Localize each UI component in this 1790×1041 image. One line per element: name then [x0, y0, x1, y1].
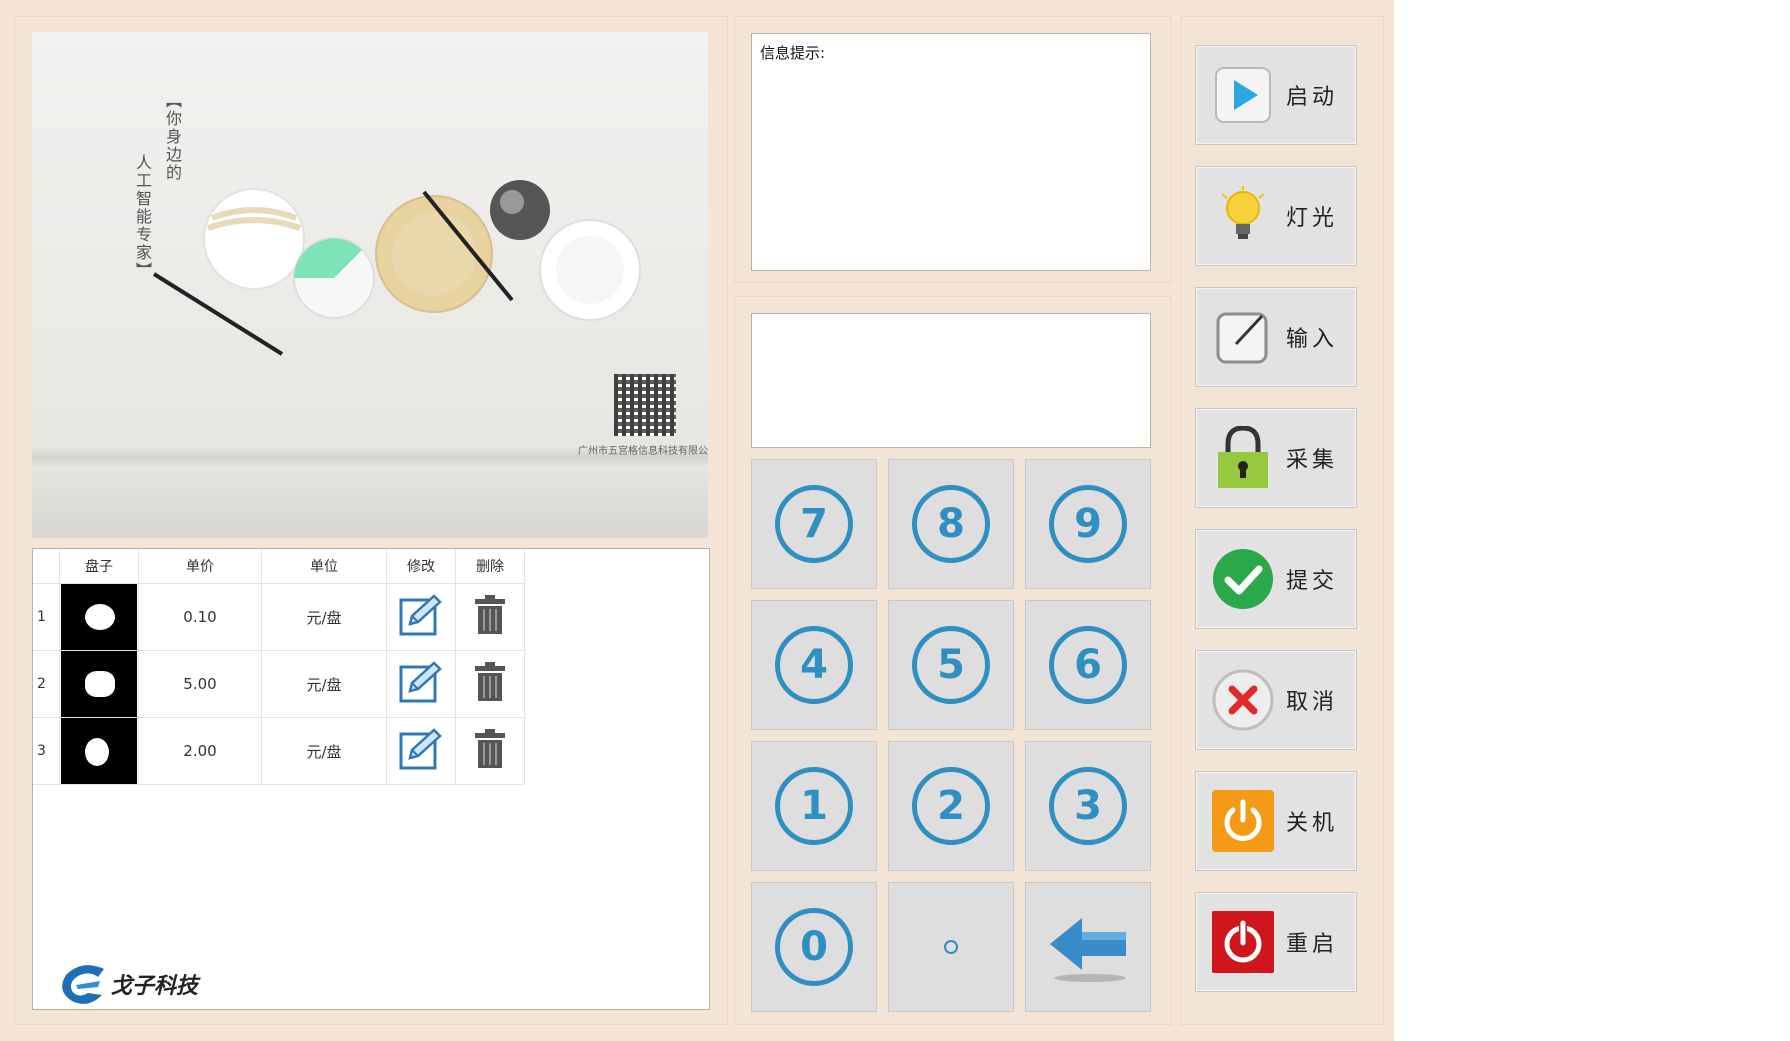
keypad-panel: 7 8 9 4 5 6 1 2 3 0	[734, 296, 1172, 1025]
shutdown-button[interactable]: 关机	[1195, 771, 1357, 871]
x-icon	[1212, 669, 1274, 731]
digit-5-label: 5	[912, 626, 990, 704]
plate-thumbnail	[59, 650, 139, 718]
light-label: 灯光	[1286, 206, 1339, 231]
submit-button[interactable]: 提交	[1195, 529, 1357, 629]
key-9[interactable]: 9	[1025, 459, 1151, 589]
row-index: 1	[33, 583, 60, 651]
plate-thumbnail	[59, 583, 139, 651]
table-header-row: 盘子 单价 单位 修改 删除	[33, 549, 525, 584]
camera-preview: 【你身边的 人工智能专家】 广州市五宫格信息科技有限公	[32, 32, 708, 538]
unit-cell: 元/盘	[261, 717, 387, 785]
digit-6-label: 6	[1049, 626, 1127, 704]
input-label: 输入	[1286, 327, 1339, 352]
trash-icon	[475, 662, 505, 701]
unit-cell: 元/盘	[261, 650, 387, 718]
trash-icon	[475, 595, 505, 634]
header-price: 单价	[138, 549, 262, 584]
submit-label: 提交	[1286, 569, 1339, 594]
digit-4-label: 4	[775, 626, 853, 704]
light-button[interactable]: 灯光	[1195, 166, 1357, 266]
delete-button[interactable]	[455, 650, 525, 718]
header-rownum	[33, 549, 60, 584]
key-6[interactable]: 6	[1025, 600, 1151, 730]
unit-cell: 元/盘	[261, 583, 387, 651]
action-panel: 启动 灯光 输入 采集 提交 取消 关机 重启	[1180, 16, 1384, 1025]
play-icon	[1212, 64, 1274, 126]
decimal-dot-icon	[944, 940, 958, 954]
start-label: 启动	[1286, 85, 1339, 110]
app-window: 【你身边的 人工智能专家】 广州市五宫格信息科技有限公 盘子 单价 单位 修改 …	[0, 0, 1394, 1041]
key-1[interactable]: 1	[751, 741, 877, 871]
key-2[interactable]: 2	[888, 741, 1014, 871]
plate-thumbnail	[59, 717, 139, 785]
start-button[interactable]: 启动	[1195, 45, 1357, 145]
key-backspace[interactable]	[1025, 882, 1151, 1012]
power-icon	[1212, 790, 1274, 852]
info-label: 信息提示:	[760, 44, 826, 62]
power-icon	[1212, 911, 1274, 973]
digit-7-label: 7	[775, 485, 853, 563]
key-0[interactable]: 0	[751, 882, 877, 1012]
header-delete: 删除	[455, 549, 525, 584]
input-button[interactable]: 输入	[1195, 287, 1357, 387]
bulb-icon	[1212, 185, 1274, 247]
plates-illustration	[152, 180, 641, 356]
cancel-label: 取消	[1286, 690, 1339, 715]
dish-table: 盘子 单价 单位 修改 删除 1 0.10 元/盘 2 5.00 元/盘 3 2…	[32, 548, 710, 1010]
digit-2-label: 2	[912, 767, 990, 845]
padlock-icon	[1212, 426, 1274, 489]
key-8[interactable]: 8	[888, 459, 1014, 589]
header-edit: 修改	[386, 549, 456, 584]
pencil-icon	[399, 661, 442, 703]
digit-9-label: 9	[1049, 485, 1127, 563]
restart-label: 重启	[1286, 932, 1339, 957]
key-decimal-point[interactable]	[888, 882, 1014, 1012]
shutdown-label: 关机	[1286, 811, 1339, 836]
brand-swirl-icon	[62, 965, 104, 1004]
number-input-display[interactable]	[751, 313, 1151, 448]
restart-button[interactable]: 重启	[1195, 892, 1357, 992]
key-7[interactable]: 7	[751, 459, 877, 589]
price-cell: 0.10	[138, 583, 262, 651]
info-message-box: 信息提示:	[751, 33, 1151, 271]
trash-icon	[475, 729, 505, 768]
digit-0-label: 0	[775, 908, 853, 986]
brand-name: 戈子科技	[110, 974, 199, 999]
digit-1-label: 1	[775, 767, 853, 845]
edit-button[interactable]	[386, 583, 456, 651]
table-row[interactable]: 2 5.00 元/盘	[33, 650, 525, 718]
cancel-button[interactable]: 取消	[1195, 650, 1357, 750]
pencil-icon	[399, 594, 442, 636]
dish-table-grid: 盘子 单价 单位 修改 删除 1 0.10 元/盘 2 5.00 元/盘 3 2…	[33, 549, 525, 785]
edit-button[interactable]	[386, 650, 456, 718]
info-panel: 信息提示:	[734, 16, 1172, 283]
left-arrow-icon	[1050, 918, 1126, 982]
header-plate: 盘子	[59, 549, 139, 584]
table-row[interactable]: 3 2.00 元/盘	[33, 717, 525, 785]
table-row[interactable]: 1 0.10 元/盘	[33, 583, 525, 651]
pencil-icon	[399, 728, 442, 770]
check-icon	[1212, 548, 1274, 610]
brand-logo: 戈子科技	[58, 960, 198, 1008]
key-5[interactable]: 5	[888, 600, 1014, 730]
price-cell: 2.00	[138, 717, 262, 785]
price-cell: 5.00	[138, 650, 262, 718]
delete-button[interactable]	[455, 717, 525, 785]
collect-label: 采集	[1286, 448, 1339, 473]
pencil-box-icon	[1212, 306, 1274, 368]
digit-3-label: 3	[1049, 767, 1127, 845]
digit-8-label: 8	[912, 485, 990, 563]
ad-company-name: 广州市五宫格信息科技有限公	[578, 446, 708, 457]
row-index: 2	[33, 650, 60, 718]
header-unit: 单位	[261, 549, 387, 584]
row-index: 3	[33, 717, 60, 785]
key-3[interactable]: 3	[1025, 741, 1151, 871]
delete-button[interactable]	[455, 583, 525, 651]
collect-button[interactable]: 采集	[1195, 408, 1357, 508]
edit-button[interactable]	[386, 717, 456, 785]
qr-code	[614, 374, 676, 436]
key-4[interactable]: 4	[751, 600, 877, 730]
